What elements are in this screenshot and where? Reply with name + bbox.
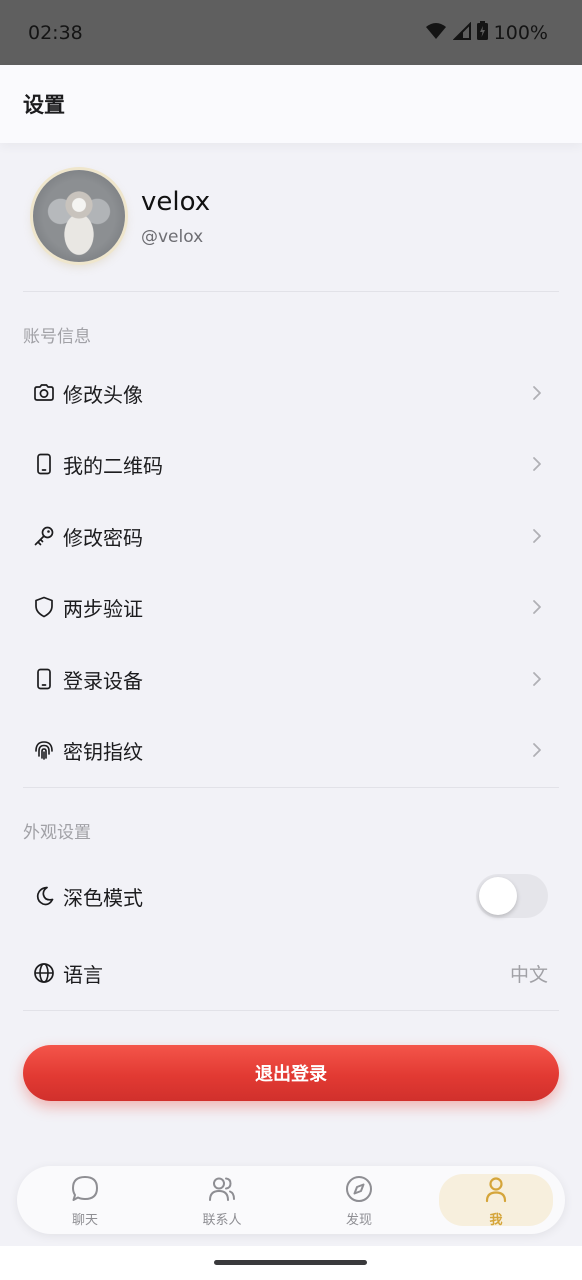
person-icon — [481, 1175, 511, 1205]
row-change-password[interactable]: 修改密码 — [23, 505, 559, 567]
page-title: 设置 — [23, 93, 65, 117]
language-value: 中文 — [509, 963, 548, 986]
row-label: 深色模式 — [63, 885, 143, 910]
row-label: 登录设备 — [63, 668, 143, 693]
profile-card[interactable]: velox @velox — [23, 170, 559, 292]
battery-icon — [476, 21, 488, 44]
chevron-right-icon — [532, 599, 542, 615]
tab-label: 联系人 — [202, 1213, 242, 1228]
row-two-step-verification[interactable]: 两步验证 — [23, 576, 559, 638]
tab-label: 我 — [489, 1212, 503, 1228]
moon-icon — [33, 885, 55, 907]
row-dark-mode: 深色模式 — [23, 865, 559, 927]
chevron-right-icon — [532, 742, 542, 758]
chevron-right-icon — [532, 456, 542, 472]
row-label: 我的二维码 — [63, 453, 163, 478]
chevron-right-icon — [532, 671, 542, 687]
tab-contacts[interactable]: 联系人 — [165, 1166, 279, 1234]
tab-discover[interactable]: 发现 — [302, 1166, 416, 1234]
logout-button[interactable]: 退出登录 — [23, 1045, 559, 1101]
row-label: 语言 — [63, 962, 103, 987]
phone-icon — [33, 453, 55, 475]
battery-percent: 100% — [493, 21, 548, 44]
phone-icon — [33, 668, 55, 690]
globe-icon — [33, 962, 55, 984]
compass-icon — [344, 1174, 374, 1204]
profile-handle: @velox — [141, 227, 204, 247]
avatar[interactable] — [33, 170, 125, 262]
row-login-devices[interactable]: 登录设备 — [23, 648, 559, 710]
wifi-icon — [425, 22, 447, 44]
status-time: 02:38 — [28, 21, 83, 44]
profile-name: velox — [141, 187, 211, 217]
section-divider — [23, 787, 559, 788]
chevron-right-icon — [532, 528, 542, 544]
toggle-knob — [479, 877, 517, 915]
row-label: 修改头像 — [63, 382, 143, 407]
dark-mode-toggle[interactable] — [476, 874, 548, 918]
row-label: 两步验证 — [63, 596, 143, 621]
fingerprint-icon — [33, 739, 55, 761]
tab-label: 发现 — [345, 1213, 372, 1228]
key-icon — [33, 525, 55, 547]
row-key-fingerprint[interactable]: 密钥指纹 — [23, 719, 559, 781]
status-bar: 02:38 100% — [0, 0, 582, 65]
chat-icon — [70, 1174, 100, 1204]
shield-icon — [33, 596, 55, 618]
row-my-qrcode[interactable]: 我的二维码 — [23, 433, 559, 495]
tab-label: 聊天 — [71, 1213, 98, 1228]
chevron-right-icon — [532, 385, 542, 401]
row-label: 密钥指纹 — [63, 739, 143, 764]
status-icons: 100% — [425, 21, 548, 44]
tab-chat[interactable]: 聊天 — [28, 1166, 142, 1234]
row-change-avatar[interactable]: 修改头像 — [23, 362, 559, 424]
home-indicator[interactable] — [214, 1260, 367, 1265]
section-title-account: 账号信息 — [23, 327, 91, 347]
camera-icon — [33, 382, 55, 404]
section-divider — [23, 1010, 559, 1011]
contacts-icon — [207, 1174, 237, 1204]
bottom-tab-bar: 聊天 联系人 发现 我 — [17, 1166, 565, 1234]
app-header: 设置 — [0, 65, 582, 143]
tab-me[interactable]: 我 — [439, 1174, 553, 1228]
signal-icon — [452, 21, 471, 44]
row-label: 修改密码 — [63, 525, 143, 550]
row-language[interactable]: 语言 中文 — [23, 942, 559, 1004]
section-title-appearance: 外观设置 — [23, 823, 91, 843]
system-nav-bar — [0, 1246, 582, 1280]
